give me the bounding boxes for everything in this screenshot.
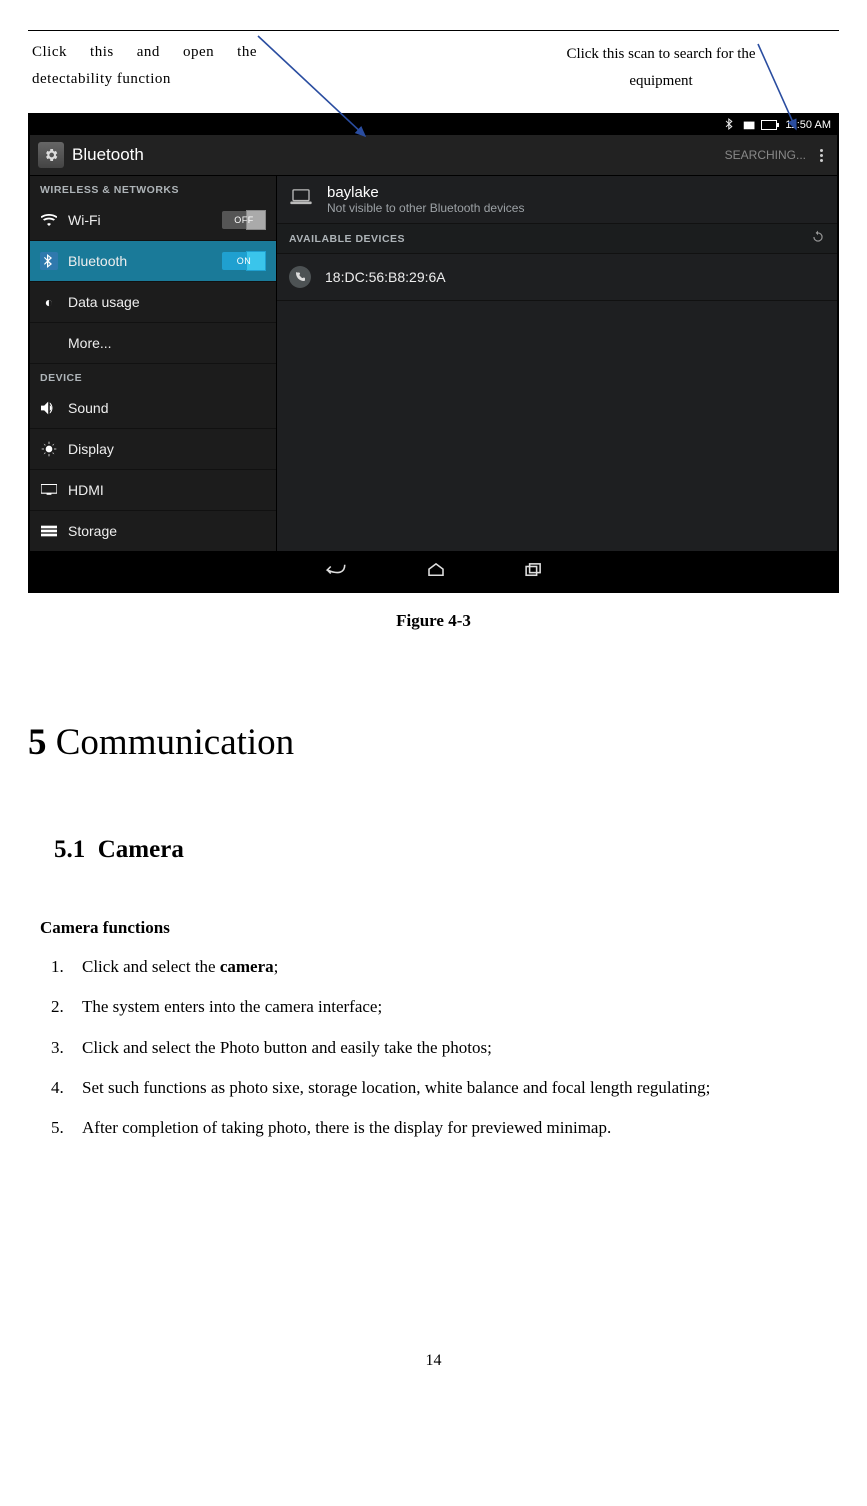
settings-headerbar: Bluetooth SEARCHING... <box>30 135 837 176</box>
available-devices-header: AVAILABLE DEVICES <box>277 224 837 254</box>
recent-apps-icon[interactable] <box>525 561 543 582</box>
refresh-icon[interactable] <box>811 230 825 247</box>
settings-sidebar: WIRELESS & NETWORKS Wi-Fi OFF Bluetooth … <box>30 176 277 552</box>
settings-content: WIRELESS & NETWORKS Wi-Fi OFF Bluetooth … <box>30 176 837 552</box>
device-name: baylake <box>327 184 524 201</box>
figure-caption: Figure 4-3 <box>28 611 839 631</box>
available-device-mac: 18:DC:56:B8:29:6A <box>325 269 446 285</box>
display-icon <box>40 440 58 458</box>
back-icon[interactable] <box>325 561 347 582</box>
sidebar-item-wifi[interactable]: Wi-Fi OFF <box>30 200 276 241</box>
list-item: Set such functions as photo sixe, storag… <box>68 1075 839 1101</box>
available-label: AVAILABLE DEVICES <box>289 233 405 245</box>
battery-icon <box>761 120 777 130</box>
page-top-rule <box>28 30 839 31</box>
header-title: Bluetooth <box>72 145 144 165</box>
sidebar-item-label: Storage <box>68 523 117 539</box>
bluetooth-icon <box>40 252 58 270</box>
sidebar-item-sound[interactable]: Sound <box>30 388 276 429</box>
gear-icon[interactable] <box>38 142 64 168</box>
sidebar-item-label: More... <box>68 335 112 351</box>
sidebar-item-storage[interactable]: Storage <box>30 511 276 552</box>
chapter-heading: 5 Communication <box>28 721 839 764</box>
phone-icon <box>289 266 311 288</box>
sidebar-item-more[interactable]: More... <box>30 323 276 364</box>
section-number: 5.1 <box>54 836 85 863</box>
datausage-icon: ◐ <box>40 293 58 311</box>
bluetooth-status-icon <box>725 118 735 133</box>
list-item: Click and select the Photo button and ea… <box>68 1035 839 1061</box>
bluetooth-settings-screenshot: ▮▮▮ 11:50 AM Bluetooth SEARCHING... WIRE… <box>28 113 839 593</box>
section-heading: 5.1 Camera <box>54 836 839 864</box>
sidebar-item-label: Bluetooth <box>68 253 127 269</box>
storage-icon <box>40 522 58 540</box>
sidebar-item-datausage[interactable]: ◐ Data usage <box>30 282 276 323</box>
android-navbar <box>30 551 837 591</box>
hdmi-icon <box>40 481 58 499</box>
callout-detectability: Click this and open the detectability fu… <box>32 39 257 93</box>
section-header-wireless: WIRELESS & NETWORKS <box>30 176 276 200</box>
laptop-icon <box>289 189 313 210</box>
status-time: 11:50 AM <box>785 119 831 131</box>
section-header-device: DEVICE <box>30 364 276 388</box>
list-item: Click and select the camera; <box>68 954 839 980</box>
signal-icon: ▮▮▮ <box>743 120 754 131</box>
sound-icon <box>40 399 58 417</box>
bluetooth-toggle[interactable]: ON <box>222 252 266 270</box>
sidebar-item-label: Data usage <box>68 294 140 310</box>
wifi-icon <box>40 211 58 229</box>
sidebar-item-label: HDMI <box>68 482 104 498</box>
overflow-menu-icon[interactable] <box>820 149 823 162</box>
searching-label: SEARCHING... <box>725 148 806 162</box>
sidebar-item-label: Wi-Fi <box>68 212 101 228</box>
section-title: Camera <box>98 836 184 863</box>
chapter-number: 5 <box>28 722 47 763</box>
this-device-row[interactable]: baylake Not visible to other Bluetooth d… <box>277 176 837 224</box>
page-number: 14 <box>28 1352 839 1370</box>
chapter-title: Communication <box>56 722 294 763</box>
device-visibility: Not visible to other Bluetooth devices <box>327 201 524 215</box>
list-item: The system enters into the camera interf… <box>68 994 839 1020</box>
callout-row: Click this and open the detectability fu… <box>28 39 839 99</box>
callout-scan: Click this scan to search for the equipm… <box>556 41 766 95</box>
bluetooth-main-pane: baylake Not visible to other Bluetooth d… <box>277 176 837 552</box>
sidebar-item-display[interactable]: Display <box>30 429 276 470</box>
sidebar-item-label: Display <box>68 441 114 457</box>
sidebar-item-hdmi[interactable]: HDMI <box>30 470 276 511</box>
home-icon[interactable] <box>427 561 445 582</box>
subsection-heading: Camera functions <box>40 918 839 938</box>
sidebar-item-bluetooth[interactable]: Bluetooth ON <box>30 241 276 282</box>
status-bar: ▮▮▮ 11:50 AM <box>30 115 837 135</box>
steps-list: Click and select the camera; The system … <box>40 954 839 1142</box>
sidebar-item-label: Sound <box>68 400 108 416</box>
wifi-toggle[interactable]: OFF <box>222 211 266 229</box>
list-item: After completion of taking photo, there … <box>68 1115 839 1141</box>
available-device-item[interactable]: 18:DC:56:B8:29:6A <box>277 254 837 301</box>
